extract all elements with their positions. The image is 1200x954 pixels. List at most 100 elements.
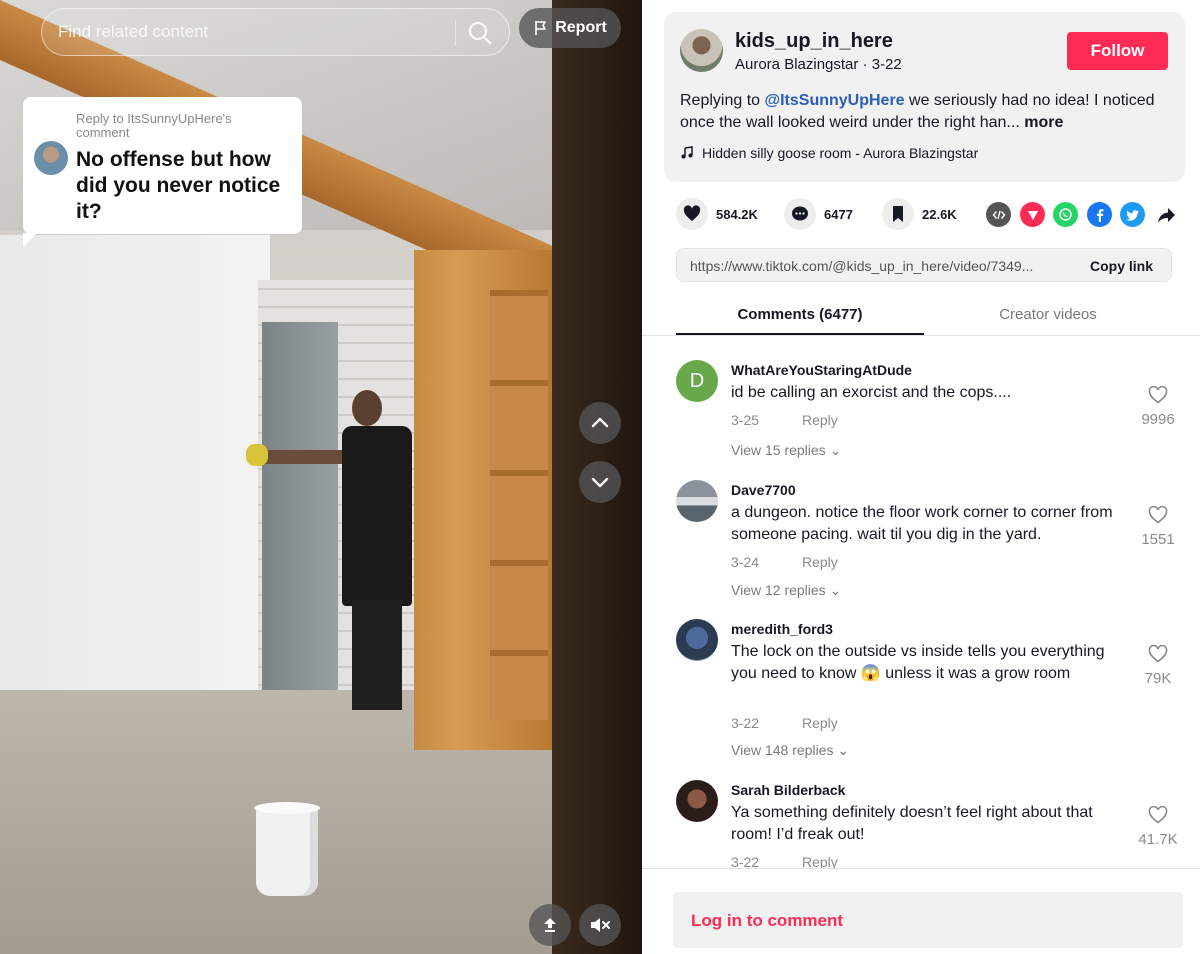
comment-text: a dungeon. notice the floor work corner … bbox=[731, 504, 1113, 543]
comment-date: 3-22 bbox=[731, 715, 760, 731]
facebook-icon bbox=[1096, 208, 1103, 222]
next-video-button[interactable] bbox=[579, 461, 621, 503]
caption-more-button[interactable]: more bbox=[1024, 114, 1063, 131]
video-url[interactable]: https://www.tiktok.com/@kids_up_in_here/… bbox=[690, 258, 1070, 274]
heart-outline-icon bbox=[1148, 644, 1168, 663]
view-replies-label: View 148 replies bbox=[731, 742, 834, 758]
login-to-comment-label: Log in to comment bbox=[691, 911, 844, 930]
search-divider bbox=[455, 20, 456, 46]
comment-button[interactable]: 6477 bbox=[784, 197, 853, 231]
previous-video-button[interactable] bbox=[579, 402, 621, 444]
like-count: 584.2K bbox=[716, 206, 758, 222]
whatsapp-icon bbox=[1059, 208, 1072, 221]
comment-date: 3-22 bbox=[731, 854, 760, 868]
comment-text: Ya something definitely doesn’t feel rig… bbox=[731, 804, 1093, 843]
comment-username[interactable]: Sarah Bilderback bbox=[731, 782, 845, 798]
active-tab-underline bbox=[676, 333, 924, 335]
caption-prefix: Replying to bbox=[680, 92, 765, 109]
comment-like-button[interactable]: 41.7K bbox=[1130, 805, 1186, 848]
comment-username[interactable]: meredith_ford3 bbox=[731, 621, 833, 637]
follow-button[interactable]: Follow bbox=[1067, 32, 1168, 70]
comment-icon bbox=[784, 198, 816, 230]
volume-muted-icon bbox=[591, 918, 610, 932]
search-bar bbox=[41, 8, 510, 56]
heart-outline-icon bbox=[1148, 805, 1168, 824]
twitter-button[interactable] bbox=[1120, 202, 1145, 227]
mute-button[interactable] bbox=[579, 904, 621, 946]
save-count: 22.6K bbox=[922, 206, 957, 222]
comment-reply-button[interactable]: Reply bbox=[802, 854, 838, 868]
avatar[interactable] bbox=[676, 780, 718, 822]
chevron-down-icon bbox=[591, 477, 609, 488]
flag-icon bbox=[535, 21, 547, 35]
comment-username[interactable]: Dave7700 bbox=[731, 482, 796, 498]
reply-comment-bubble: Reply to ItsSunnyUpHere's comment No off… bbox=[23, 97, 302, 247]
embed-button[interactable] bbox=[986, 202, 1011, 227]
music-note-icon bbox=[681, 146, 693, 159]
avatar bbox=[34, 141, 68, 175]
floating-player-button[interactable] bbox=[529, 904, 571, 946]
author-handle[interactable]: kids_up_in_here bbox=[735, 30, 893, 53]
view-replies-label: View 15 replies bbox=[731, 442, 826, 458]
video-scene-person bbox=[246, 390, 412, 710]
comment-reply-button[interactable]: Reply bbox=[802, 554, 838, 570]
video-scene-door bbox=[262, 322, 338, 702]
author-avatar[interactable] bbox=[680, 29, 723, 72]
report-label: Report bbox=[555, 19, 607, 36]
comment-reply-button[interactable]: Reply bbox=[802, 715, 838, 731]
video-info-card: kids_up_in_here Aurora Blazingstar · 3-2… bbox=[664, 12, 1185, 182]
avatar[interactable] bbox=[676, 480, 718, 522]
avatar[interactable] bbox=[676, 619, 718, 661]
video-player[interactable]: Report Reply to ItsSunnyUpHere's comment… bbox=[0, 0, 642, 954]
twitter-icon bbox=[1125, 209, 1139, 221]
comment-like-button[interactable]: 79K bbox=[1130, 644, 1186, 687]
details-panel: kids_up_in_here Aurora Blazingstar · 3-2… bbox=[642, 0, 1200, 954]
view-replies-button[interactable]: View 12 replies ⌄ bbox=[731, 582, 841, 599]
whatsapp-button[interactable] bbox=[1053, 202, 1078, 227]
facebook-button[interactable] bbox=[1087, 202, 1112, 227]
caption-mention-link[interactable]: @ItsSunnyUpHere bbox=[765, 92, 905, 109]
reply-meta: Reply to ItsSunnyUpHere's comment bbox=[76, 111, 232, 140]
tab-creator-videos[interactable]: Creator videos bbox=[924, 306, 1172, 323]
more-share-button[interactable] bbox=[1154, 202, 1179, 227]
view-replies-button[interactable]: View 148 replies ⌄ bbox=[731, 742, 849, 759]
copy-link-button[interactable]: Copy link bbox=[1090, 258, 1153, 274]
send-button[interactable] bbox=[1020, 202, 1045, 227]
like-button[interactable]: 584.2K bbox=[676, 197, 758, 231]
chevron-down-icon: ⌄ bbox=[837, 742, 850, 758]
search-icon bbox=[468, 21, 492, 45]
video-caption: Replying to @ItsSunnyUpHere we seriously… bbox=[680, 90, 1170, 134]
comment-date: 3-25 bbox=[731, 412, 760, 428]
tab-bar: Comments (6477) Creator videos bbox=[642, 296, 1200, 336]
music-title: Hidden silly goose room - Aurora Blazing… bbox=[702, 145, 979, 161]
comment-list[interactable]: D WhatAreYouStaringAtDude id be calling … bbox=[642, 340, 1200, 868]
share-arrow-icon bbox=[1157, 207, 1175, 223]
search-input[interactable] bbox=[58, 9, 438, 55]
report-button[interactable]: Report bbox=[519, 8, 621, 48]
comment-like-button[interactable]: 1551 bbox=[1130, 505, 1186, 548]
comment-like-count: 79K bbox=[1144, 670, 1172, 687]
comment-like-button[interactable]: 9996 bbox=[1130, 385, 1186, 428]
chevron-up-icon bbox=[591, 417, 609, 428]
author-subtitle: Aurora Blazingstar · 3-22 bbox=[735, 56, 902, 73]
search-button[interactable] bbox=[466, 19, 494, 47]
login-to-comment-button[interactable]: Log in to comment bbox=[673, 892, 1183, 948]
tab-comments[interactable]: Comments (6477) bbox=[676, 306, 924, 323]
music-link[interactable]: Hidden silly goose room - Aurora Blazing… bbox=[680, 145, 978, 161]
comment-like-count: 9996 bbox=[1141, 411, 1175, 428]
action-bar: 584.2K 6477 22.6K bbox=[676, 197, 1176, 231]
share-link-box: https://www.tiktok.com/@kids_up_in_here/… bbox=[676, 248, 1172, 282]
video-scene-bucket bbox=[254, 802, 320, 896]
avatar[interactable]: D bbox=[676, 360, 718, 402]
person-legs bbox=[352, 600, 402, 710]
comment-reply-button[interactable]: Reply bbox=[802, 412, 838, 428]
comment-username[interactable]: WhatAreYouStaringAtDude bbox=[731, 362, 912, 378]
comment-footer: Log in to comment bbox=[642, 868, 1200, 954]
comment-count: 6477 bbox=[824, 206, 853, 222]
view-replies-button[interactable]: View 15 replies ⌄ bbox=[731, 442, 841, 459]
person-head bbox=[352, 390, 382, 426]
comment-like-count: 1551 bbox=[1141, 531, 1175, 548]
chevron-down-icon: ⌄ bbox=[829, 582, 842, 598]
comment-date: 3-24 bbox=[731, 554, 760, 570]
save-button[interactable]: 22.6K bbox=[882, 197, 957, 231]
